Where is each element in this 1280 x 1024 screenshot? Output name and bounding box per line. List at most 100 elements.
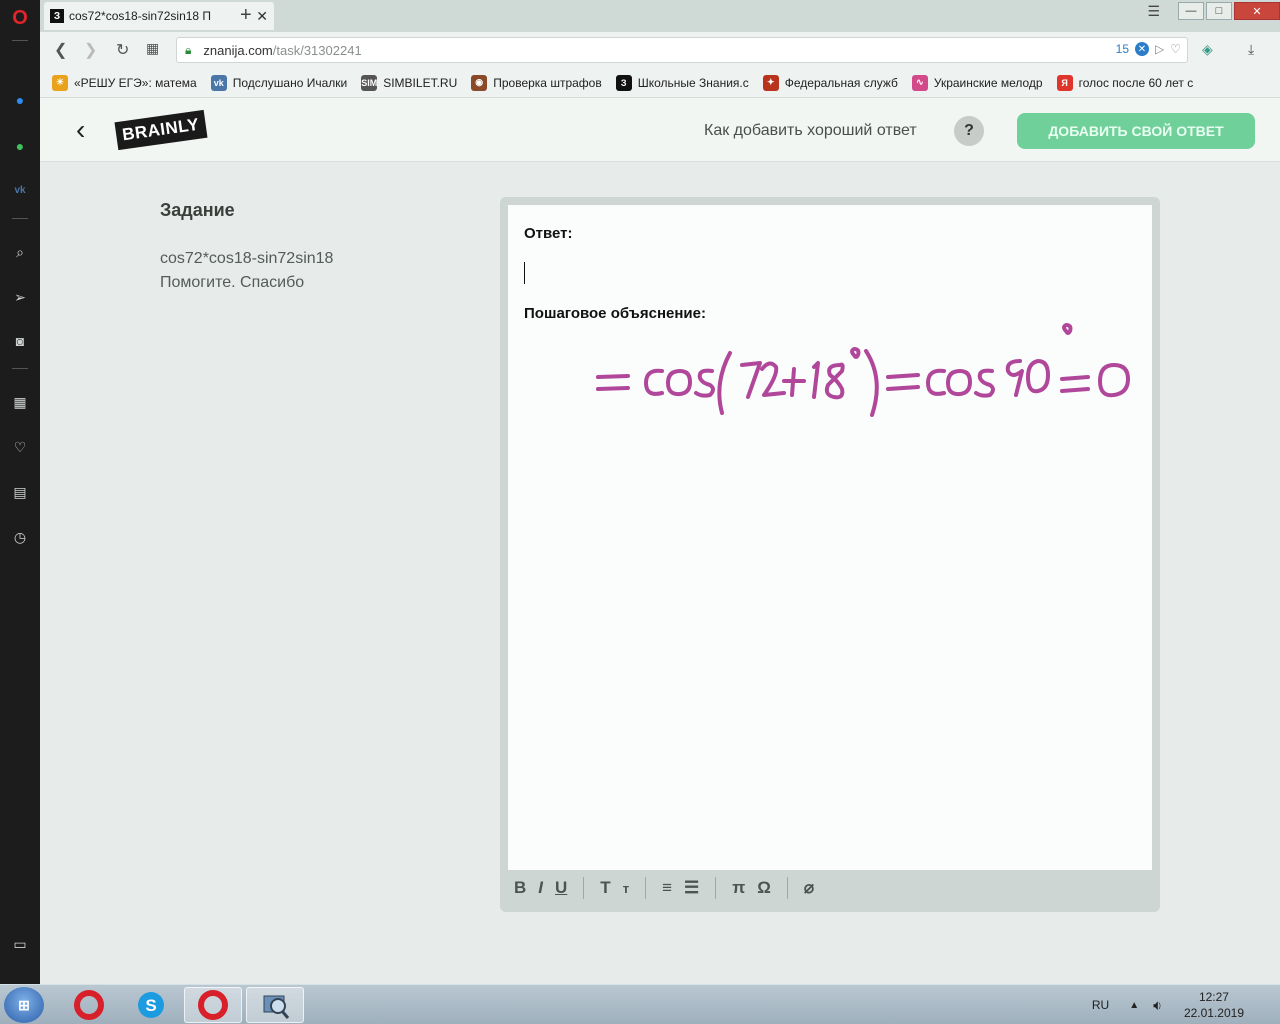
opera-taskbar-icon[interactable] [60, 987, 118, 1023]
skype-icon: S [138, 992, 164, 1018]
opera-logo-icon[interactable]: O [8, 6, 32, 30]
attachment-icon[interactable]: ⌀ [804, 878, 814, 898]
bookmark-item[interactable]: Яголос после 60 лет с [1056, 74, 1194, 91]
bookmark-favicon-icon: Я [1056, 74, 1073, 91]
pi-button[interactable]: π [732, 878, 745, 898]
tray-expand-icon[interactable]: ▲ [1129, 1000, 1139, 1011]
window-controls: ☰ — □ ✕ [1147, 0, 1280, 22]
sidebar-divider [12, 40, 28, 41]
svg-text:S: S [145, 996, 156, 1015]
close-button[interactable]: ✕ [1234, 2, 1280, 20]
text-small-button[interactable]: т [623, 881, 629, 896]
bookmark-heart-icon[interactable]: ♡ [1170, 42, 1181, 56]
italic-button[interactable]: I [538, 878, 543, 898]
back-arrow-icon[interactable]: ‹ [76, 114, 85, 146]
toolbar-divider [786, 877, 788, 899]
bookmark-label: Проверка штрафов [493, 75, 602, 90]
bookmark-item[interactable]: ∿ Украинские мелодр [911, 74, 1043, 91]
volume-icon[interactable]: 🔉︎ [1153, 997, 1162, 1014]
reload-icon[interactable]: ↻ [116, 40, 129, 60]
speed-dial-icon[interactable]: ▦ [8, 390, 32, 414]
bookmark-favicon-icon: ◉ [471, 74, 488, 91]
opera-sidebar: O ● ● vk ⌕ ➢ ◙ ▦ ♡ ▤ ◷ ▭ [0, 0, 40, 984]
tab-strip: З cos72*cos18-sin72sin18 П ✕ + ☰ — □ ✕ [40, 0, 1280, 32]
windows-taskbar: ⊞ S RU ▲ 🔉︎ 12:27 22.01.2019 [0, 984, 1280, 1024]
address-toolbar: ❮ ❯ ↻ ▦ 🔒︎ znanija.com /task/31302241 15… [40, 32, 1280, 68]
bookmark-item[interactable]: ◉ Проверка штрафов [471, 74, 602, 91]
bookmark-label: голос после 60 лет с [1078, 75, 1194, 90]
search-icon[interactable]: ⌕ [8, 240, 32, 264]
heart-icon[interactable]: ♡ [8, 435, 32, 459]
system-tray: RU ▲ 🔉︎ 12:27 22.01.2019 [1092, 985, 1280, 1024]
vk-icon[interactable]: vk [8, 178, 32, 202]
adblock-count: 15 [1115, 42, 1129, 56]
bullet-list-icon[interactable]: ☰ [684, 878, 699, 898]
vpn-icon[interactable]: ◈ [1202, 41, 1213, 58]
sidebar-divider [12, 368, 28, 369]
lock-icon: 🔒︎ [185, 42, 192, 57]
clock[interactable]: 12:27 22.01.2019 [1184, 989, 1244, 1021]
how-to-answer-link[interactable]: Как добавить хороший ответ [704, 122, 917, 140]
bookmark-favicon-icon: ✦ [762, 74, 779, 91]
task-line-1: cos72*cos18-sin72sin18 [160, 250, 334, 267]
bookmark-item[interactable]: З Школьные Знания.с [615, 74, 749, 91]
send-icon[interactable]: ➢ [8, 285, 32, 309]
bookmark-label: Украинские мелодр [933, 75, 1043, 90]
underline-button[interactable]: U [555, 878, 567, 898]
bookmark-label: «РЕШУ ЕГЭ»: матема [74, 75, 197, 90]
brainly-logo[interactable]: BRAINLY [114, 109, 208, 151]
skype-taskbar-icon[interactable]: S [122, 987, 180, 1023]
tabs-grid-icon[interactable]: ▦ [146, 40, 159, 57]
tab-title: cos72*cos18-sin72sin18 П [69, 9, 212, 23]
handwritten-solution [596, 323, 1130, 417]
editor-area[interactable]: Ответ: Пошаговое объяснение: [508, 205, 1152, 870]
new-tab-icon[interactable]: + [240, 4, 252, 27]
answer-label: Ответ: [524, 225, 573, 242]
help-button[interactable]: ? [954, 116, 984, 146]
bookmark-item[interactable]: ✦ Федеральная служб [762, 74, 898, 91]
toolbar-divider [583, 877, 585, 899]
bookmark-label: Федеральная служб [784, 75, 898, 90]
bold-button[interactable]: B [514, 878, 526, 898]
camera-icon[interactable]: ◙ [8, 329, 32, 353]
maximize-button[interactable]: □ [1206, 2, 1232, 20]
bookmark-label: SIMBILET.RU [383, 75, 458, 90]
bookmark-item[interactable]: vk Подслушано Ичалки [210, 74, 347, 91]
back-icon[interactable]: ❮ [54, 40, 67, 60]
messenger-icon[interactable]: ● [8, 88, 32, 112]
url-path: /task/31302241 [272, 42, 362, 58]
toolbar-divider [645, 877, 647, 899]
tab-favicon-icon: З [50, 9, 64, 23]
forward-icon[interactable]: ❯ [84, 40, 97, 60]
task-heading: Задание [160, 200, 235, 220]
numbered-list-icon[interactable]: ≡ [662, 878, 672, 898]
bookmark-item[interactable]: SIM SIMBILET.RU [361, 74, 458, 91]
history-icon[interactable]: ◷ [8, 525, 32, 549]
whatsapp-icon[interactable]: ● [8, 134, 32, 158]
minimize-button[interactable]: — [1178, 2, 1204, 20]
opera-icon [74, 990, 104, 1020]
bookmark-item[interactable]: ☀ «РЕШУ ЕГЭ»: матема [52, 74, 197, 91]
sidebar-toggle-icon[interactable]: ▭ [8, 932, 32, 956]
url-field[interactable]: 🔒︎ znanija.com /task/31302241 15 ✕ ▷ ♡ [176, 37, 1188, 63]
bookmark-label: Школьные Знания.с [637, 75, 749, 90]
opera-active-taskbar-icon[interactable] [184, 987, 242, 1023]
text-large-button[interactable]: T [600, 878, 610, 898]
snap-icon[interactable]: ▷ [1155, 42, 1164, 56]
news-icon[interactable]: ▤ [8, 480, 32, 504]
sidebar-divider [12, 218, 28, 219]
download-icon[interactable]: ⤓ [1248, 41, 1254, 58]
tab-menu-icon[interactable]: ☰ [1147, 3, 1160, 20]
tab-close-icon[interactable]: ✕ [256, 8, 268, 25]
magnifier-icon [263, 995, 290, 1019]
add-answer-button[interactable]: ДОБАВИТЬ СВОЙ ОТВЕТ [1017, 113, 1255, 149]
task-text: cos72*cos18-sin72sin18 Помогите. Спасибо [160, 247, 333, 295]
omega-button[interactable]: Ω [757, 878, 771, 898]
windows-start-icon[interactable]: ⊞ [4, 987, 44, 1023]
bookmark-favicon-icon: ☀ [52, 74, 68, 91]
adblock-icon[interactable]: ✕ [1135, 42, 1149, 56]
magnifier-taskbar-icon[interactable] [246, 987, 304, 1023]
bookmarks-bar: ☀ «РЕШУ ЕГЭ»: матема vk Подслушано Ичалки SI… [40, 68, 1280, 98]
task-line-2: Помогите. Спасибо [160, 274, 305, 291]
language-indicator[interactable]: RU [1092, 998, 1109, 1012]
